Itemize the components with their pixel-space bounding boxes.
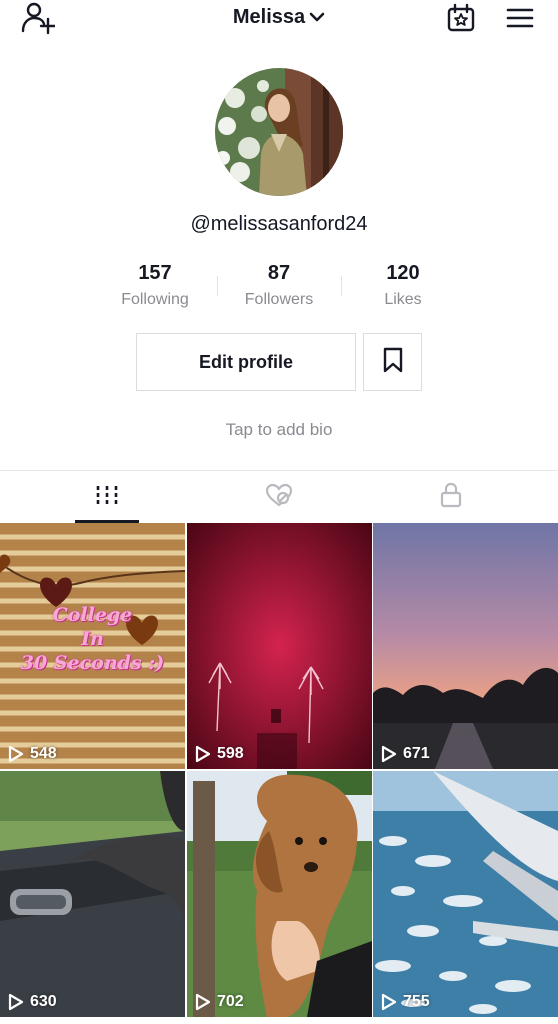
play-icon [8, 993, 24, 1011]
caption-line: In [81, 628, 104, 650]
grid-icon [95, 484, 119, 511]
tab-videos[interactable] [14, 471, 200, 524]
view-count-value: 755 [403, 993, 430, 1010]
liked-icon [265, 483, 293, 512]
video-thumbnail[interactable]: 598 [187, 523, 372, 769]
edit-profile-button[interactable]: Edit profile [136, 333, 356, 391]
play-icon [195, 745, 211, 763]
stat-divider [217, 276, 218, 296]
tab-liked[interactable] [186, 471, 372, 524]
profile-tabs [0, 470, 558, 524]
stat-divider [341, 276, 342, 296]
view-count-value: 630 [30, 993, 57, 1010]
calendar-star-icon[interactable] [441, 0, 481, 36]
view-count-value: 702 [217, 993, 244, 1010]
lock-icon [439, 482, 463, 513]
view-count-value: 598 [217, 745, 244, 762]
video-caption: College In 30 Seconds :) [0, 603, 185, 675]
bookmark-icon [382, 347, 404, 378]
top-bar: Melissa [0, 0, 558, 44]
add-bio-prompt[interactable]: Tap to add bio [0, 420, 558, 440]
stat-followers[interactable]: 87 Followers [224, 262, 334, 309]
play-icon [381, 745, 397, 763]
followers-count: 87 [267, 262, 291, 284]
username-title: Melissa [232, 6, 306, 28]
video-thumbnail[interactable]: 755 [373, 771, 558, 1017]
video-thumbnail[interactable]: 702 [187, 771, 372, 1017]
video-thumbnail[interactable]: 630 [0, 771, 185, 1017]
following-count: 157 [138, 262, 172, 284]
favorites-button[interactable] [363, 333, 422, 391]
chevron-down-icon [309, 6, 325, 29]
play-icon [195, 993, 211, 1011]
following-label: Following [121, 291, 189, 308]
video-thumbnail[interactable]: College In 30 Seconds :) 548 [0, 523, 185, 769]
profile-avatar[interactable] [215, 68, 343, 196]
play-icon [381, 993, 397, 1011]
video-grid: College In 30 Seconds :) 548 598 671 630… [0, 523, 558, 1024]
caption-line: 30 Seconds :) [20, 652, 165, 674]
view-count-value: 548 [30, 745, 57, 762]
video-thumbnail[interactable]: 671 [373, 523, 558, 769]
view-count: 630 [8, 993, 57, 1011]
view-count: 755 [381, 993, 430, 1011]
profile-handle: @melissasanford24 [190, 213, 368, 235]
view-count: 671 [381, 745, 430, 763]
play-icon [8, 745, 24, 763]
menu-icon[interactable] [500, 0, 540, 36]
caption-line: College [52, 604, 133, 626]
followers-label: Followers [244, 291, 314, 308]
stat-following[interactable]: 157 Following [100, 262, 210, 309]
view-count: 598 [195, 745, 244, 763]
view-count: 702 [195, 993, 244, 1011]
view-count: 548 [8, 745, 57, 763]
tab-private[interactable] [358, 471, 544, 524]
view-count-value: 671 [403, 745, 430, 762]
likes-count: 120 [386, 262, 420, 284]
likes-label: Likes [384, 291, 422, 308]
stat-likes[interactable]: 120 Likes [348, 262, 458, 309]
